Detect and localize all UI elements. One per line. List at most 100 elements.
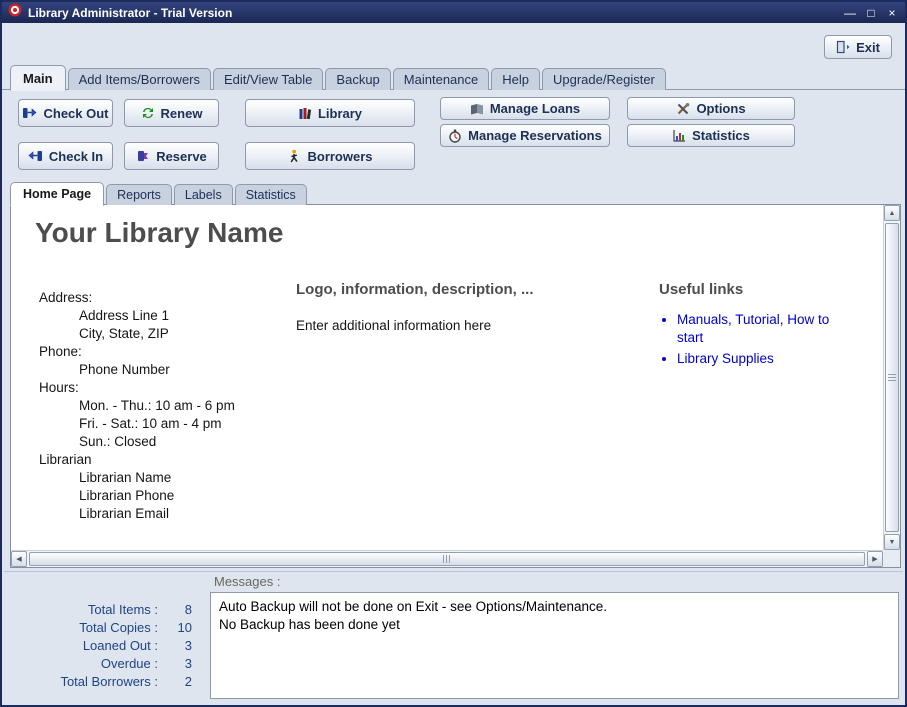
subtab-home-page[interactable]: Home Page	[10, 182, 104, 206]
vertical-scroll-thumb[interactable]	[885, 223, 899, 532]
reserve-label: Reserve	[156, 149, 207, 164]
manage-reservations-button[interactable]: Manage Reservations	[440, 124, 610, 147]
stat-row: Overdue : 3	[6, 655, 204, 673]
sub-tab-bar: Home Page Reports Labels Statistics	[10, 181, 307, 205]
scroll-right-button[interactable]: ▶	[867, 551, 883, 567]
borrowers-button[interactable]: Borrowers	[245, 142, 415, 170]
check-out-button[interactable]: Check Out	[18, 99, 113, 127]
stat-row: Total Borrowers : 2	[6, 673, 204, 691]
useful-links-section: Useful links Manuals, Tutorial, How to s…	[659, 281, 839, 371]
scroll-down-button[interactable]: ▼	[884, 534, 900, 550]
library-books-icon	[298, 106, 312, 120]
subtab-labels[interactable]: Labels	[174, 184, 233, 205]
tab-add-items-borrowers[interactable]: Add Items/Borrowers	[68, 68, 211, 90]
library-label: Library	[318, 106, 362, 121]
message-line: No Backup has been done yet	[219, 616, 890, 634]
contact-line: Hours:	[39, 379, 235, 397]
useful-links-heading: Useful links	[659, 281, 839, 298]
exit-button[interactable]: Exit	[824, 35, 892, 59]
exit-icon	[836, 40, 850, 54]
renew-label: Renew	[161, 106, 203, 121]
contact-line: Address:	[39, 289, 235, 307]
contact-line: Phone Number	[39, 361, 235, 379]
subtab-statistics[interactable]: Statistics	[235, 184, 307, 205]
contact-line: Fri. - Sat.: 10 am - 4 pm	[39, 415, 235, 433]
check-in-button[interactable]: Check In	[18, 142, 113, 170]
maximize-button[interactable]: □	[864, 5, 878, 21]
manage-loans-icon	[470, 102, 484, 116]
renew-icon	[141, 106, 155, 120]
home-page-panel: Your Library Name Address: Address Line …	[10, 204, 901, 568]
library-name-heading: Your Library Name	[35, 217, 283, 249]
contact-line: Sun.: Closed	[39, 433, 235, 451]
contact-line: Librarian Email	[39, 505, 235, 523]
reserve-icon	[136, 149, 150, 163]
contact-line: Librarian Phone	[39, 487, 235, 505]
contact-line: Address Line 1	[39, 307, 235, 325]
options-button[interactable]: Options	[627, 97, 795, 120]
status-separator	[4, 571, 903, 572]
stat-row: Total Items : 8	[6, 601, 204, 619]
statistics-chart-icon	[672, 129, 686, 143]
stat-value: 2	[158, 673, 192, 691]
tab-maintenance[interactable]: Maintenance	[393, 68, 489, 90]
summary-stats: Total Items : 8 Total Copies : 10 Loaned…	[6, 601, 204, 691]
check-out-icon	[22, 106, 37, 120]
close-button[interactable]: ×	[885, 5, 899, 21]
info-body: Enter additional information here	[296, 318, 626, 333]
renew-button[interactable]: Renew	[124, 99, 219, 127]
stat-label: Overdue :	[6, 655, 158, 673]
window-title: Library Administrator - Trial Version	[28, 6, 837, 20]
manage-loans-button[interactable]: Manage Loans	[440, 97, 610, 120]
stat-value: 8	[158, 601, 192, 619]
info-heading: Logo, information, description, ...	[296, 281, 626, 298]
stat-row: Total Copies : 10	[6, 619, 204, 637]
stat-label: Total Copies :	[6, 619, 158, 637]
contact-line: Librarian Name	[39, 469, 235, 487]
window-controls: — □ ×	[843, 5, 899, 21]
vertical-scroll-track[interactable]	[884, 221, 900, 534]
library-button[interactable]: Library	[245, 99, 415, 127]
check-in-label: Check In	[49, 149, 103, 164]
vertical-scrollbar[interactable]: ▲ ▼	[883, 205, 900, 550]
stat-label: Total Items :	[6, 601, 158, 619]
link-library-supplies[interactable]: Library Supplies	[677, 351, 774, 366]
subtab-reports[interactable]: Reports	[106, 184, 172, 205]
info-section: Logo, information, description, ... Ente…	[296, 281, 626, 333]
minimize-button[interactable]: —	[843, 5, 857, 21]
horizontal-scrollbar[interactable]: ◀ ▶	[11, 550, 883, 567]
tab-edit-view-table[interactable]: Edit/View Table	[213, 68, 323, 90]
scroll-left-button[interactable]: ◀	[11, 551, 27, 567]
tab-upgrade-register[interactable]: Upgrade/Register	[542, 68, 666, 90]
messages-label: Messages :	[214, 574, 280, 589]
tab-main[interactable]: Main	[10, 65, 66, 91]
stat-label: Loaned Out :	[6, 637, 158, 655]
scrollbar-corner	[883, 550, 900, 567]
manage-reservations-clock-icon	[448, 129, 462, 143]
messages-box[interactable]: Auto Backup will not be done on Exit - s…	[210, 592, 899, 699]
list-item: Manuals, Tutorial, How to start	[677, 311, 839, 347]
message-line: Auto Backup will not be done on Exit - s…	[219, 598, 890, 616]
horizontal-scroll-thumb[interactable]	[29, 552, 865, 566]
tab-backup[interactable]: Backup	[325, 68, 390, 90]
stat-value: 3	[158, 637, 192, 655]
exit-label: Exit	[856, 40, 880, 55]
tab-help[interactable]: Help	[491, 68, 540, 90]
borrowers-label: Borrowers	[307, 149, 372, 164]
titlebar: Library Administrator - Trial Version — …	[2, 2, 905, 23]
list-item: Library Supplies	[677, 350, 839, 368]
horizontal-scroll-track[interactable]	[27, 551, 867, 567]
scroll-up-button[interactable]: ▲	[884, 205, 900, 221]
stat-value: 3	[158, 655, 192, 673]
contact-line: Phone:	[39, 343, 235, 361]
manage-loans-label: Manage Loans	[490, 101, 580, 116]
manage-reservations-label: Manage Reservations	[468, 128, 602, 143]
borrowers-person-icon	[287, 149, 301, 163]
contact-line: City, State, ZIP	[39, 325, 235, 343]
statistics-button[interactable]: Statistics	[627, 124, 795, 147]
home-page-content: Your Library Name Address: Address Line …	[11, 205, 883, 550]
contact-line: Mon. - Thu.: 10 am - 6 pm	[39, 397, 235, 415]
link-manuals-tutorial[interactable]: Manuals, Tutorial, How to start	[677, 312, 829, 345]
options-tools-icon	[676, 102, 690, 116]
reserve-button[interactable]: Reserve	[124, 142, 219, 170]
